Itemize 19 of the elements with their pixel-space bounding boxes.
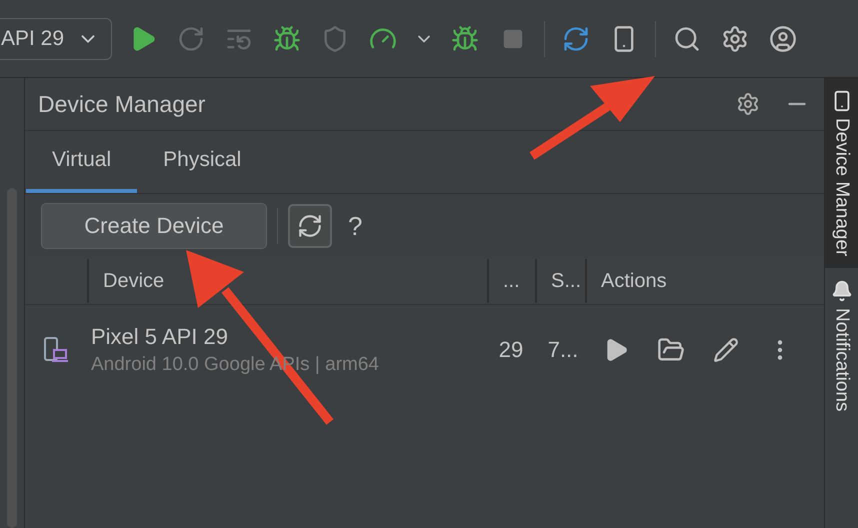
device-icon bbox=[43, 336, 69, 364]
column-header[interactable]: S... bbox=[535, 259, 585, 303]
settings-icon[interactable] bbox=[736, 92, 760, 116]
panel-title: Device Manager bbox=[38, 90, 206, 118]
tab[interactable]: Virtual bbox=[26, 131, 138, 193]
edit-icon[interactable] bbox=[713, 337, 739, 363]
refresh-button[interactable] bbox=[288, 204, 332, 248]
side-tab[interactable]: Device Manager bbox=[825, 78, 858, 268]
tab[interactable]: Physical bbox=[137, 131, 268, 193]
create-device-button[interactable]: Create Device bbox=[41, 203, 267, 249]
side-tab[interactable]: Notifications bbox=[825, 268, 858, 424]
bell-icon bbox=[830, 280, 852, 302]
api-cell: 29 bbox=[498, 337, 524, 363]
device-selector[interactable]: API 29 bbox=[0, 18, 112, 60]
refresh-icon bbox=[297, 213, 323, 239]
column-header[interactable]: ... bbox=[487, 259, 535, 303]
table-cell: 7... bbox=[548, 337, 578, 363]
help-button[interactable]: ? bbox=[348, 210, 362, 242]
device-name: Pixel 5 API 29 bbox=[91, 324, 229, 350]
